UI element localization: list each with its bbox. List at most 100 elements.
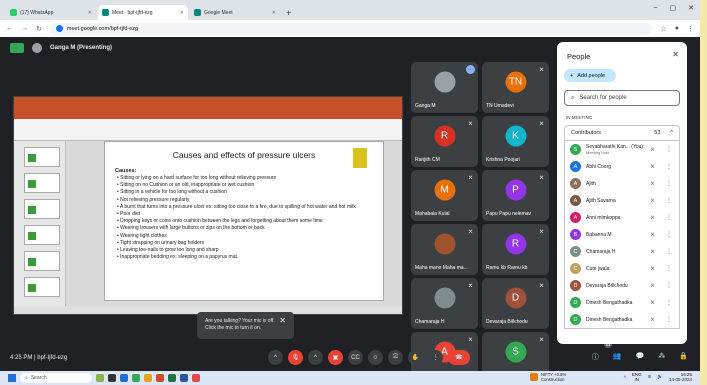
close-tab-icon[interactable]: ✕ xyxy=(272,10,276,16)
chat-icon[interactable]: 💬 xyxy=(636,352,645,362)
list-item[interactable]: A Anni mlmkoppa ⨯ ⋮ xyxy=(565,209,679,226)
tray-chevron-icon[interactable]: ^ xyxy=(624,375,626,380)
list-item[interactable]: D Dinesh Bengathadka ⨯ ⋮ xyxy=(565,311,679,328)
participant-tile[interactable]: P ⨯ Papu Papu nelemav xyxy=(482,170,549,221)
mic-muted-icon[interactable]: ⨯ xyxy=(650,231,655,238)
present-screen-icon[interactable]: ⎚ xyxy=(388,350,403,365)
more-options-icon[interactable]: ⋮ xyxy=(666,248,672,255)
excel-icon[interactable] xyxy=(168,374,176,382)
more-options-icon[interactable]: ⋮ xyxy=(666,299,672,306)
participant-tile[interactable]: D ⨯ Devaraja Billchodu xyxy=(482,278,549,329)
mic-muted-icon[interactable]: ⨯ xyxy=(650,146,655,153)
list-item[interactable]: B Babanna M ⨯ ⋮ xyxy=(565,226,679,243)
mic-muted-icon[interactable]: ⨯ xyxy=(650,180,655,187)
volume-icon[interactable]: 🔊 xyxy=(657,374,663,380)
list-item[interactable]: S Sevabharathi Kan... (You) Meeting host ⨯ ⋮ xyxy=(565,141,679,158)
mic-muted-icon[interactable]: ⨯ xyxy=(650,316,655,323)
app-icon[interactable] xyxy=(192,374,200,382)
list-item[interactable]: C Chamaraja H ⨯ ⋮ xyxy=(565,243,679,260)
close-tab-icon[interactable]: ✕ xyxy=(180,10,184,16)
mic-muted-icon[interactable]: ⨯ xyxy=(650,163,655,170)
people-search-input[interactable]: ⌕ Search for people xyxy=(564,90,680,106)
participant-tile[interactable]: R ⨯ Ranjith CM xyxy=(411,116,478,167)
list-item[interactable]: A Abhi Coorg ⨯ ⋮ xyxy=(565,158,679,175)
close-tab-icon[interactable]: ✕ xyxy=(88,10,92,16)
participant-tile[interactable]: R ⨯ Ramu kb Ramu kb xyxy=(482,224,549,275)
more-options-icon[interactable]: ⋮ xyxy=(666,180,672,187)
mic-off-icon[interactable]: 🎙 xyxy=(288,350,303,365)
back-icon[interactable]: ← xyxy=(6,25,13,32)
chevron-up-icon[interactable]: ^ xyxy=(670,130,673,136)
host-controls-icon[interactable]: 🔒 xyxy=(679,352,688,362)
folder-icon[interactable] xyxy=(144,374,152,382)
address-bar[interactable]: meet.google.com/bpf-tjfd-ezg xyxy=(49,22,653,35)
app-icon[interactable] xyxy=(96,374,104,382)
info-icon[interactable]: ⓘ xyxy=(592,352,599,362)
new-tab-icon[interactable]: + xyxy=(286,5,291,20)
participant-tile[interactable]: K ⨯ Krishna Poojari xyxy=(482,116,549,167)
close-icon[interactable]: ✕ xyxy=(279,317,286,325)
powerpoint-icon[interactable] xyxy=(156,374,164,382)
minimize-icon[interactable]: – xyxy=(654,4,658,12)
wifi-icon[interactable]: ≋ xyxy=(648,374,652,380)
profile-icon[interactable]: ● xyxy=(675,25,679,32)
chrome-icon[interactable] xyxy=(132,374,140,382)
mic-muted-icon[interactable]: ⨯ xyxy=(650,299,655,306)
add-people-button[interactable]: + Add people xyxy=(564,69,616,82)
menu-icon[interactable]: ⋮ xyxy=(687,25,694,33)
avatar: D xyxy=(570,280,581,291)
more-options-icon[interactable]: ⋮ xyxy=(428,350,443,365)
browser-tab[interactable]: (17) WhatsApp ✕ xyxy=(6,5,96,20)
more-options-icon[interactable]: ⋮ xyxy=(666,231,672,238)
browser-tab[interactable]: Google Meet ✕ xyxy=(190,5,280,20)
close-panel-icon[interactable]: ✕ xyxy=(672,50,679,59)
reload-icon[interactable]: ↻ xyxy=(36,25,42,33)
participant-tile[interactable]: M ⨯ Mahabala Kulal xyxy=(411,170,478,221)
browser-tab[interactable]: Meet - bpf-tjfd-ezg ✕ xyxy=(98,5,188,20)
mic-muted-icon[interactable]: ⨯ xyxy=(650,282,655,289)
participant-tile[interactable]: ⨯ Maha mano Maha ma... xyxy=(411,224,478,275)
end-call-button[interactable]: ☎ xyxy=(448,350,470,365)
camera-options-button[interactable]: ^ xyxy=(308,350,323,365)
mic-muted-icon[interactable]: ⨯ xyxy=(650,265,655,272)
more-options-icon[interactable]: ⋮ xyxy=(666,282,672,289)
participant-tile[interactable]: ⨯ Chamaraja H xyxy=(411,278,478,329)
mic-muted-icon[interactable]: ⨯ xyxy=(650,214,655,221)
bookmark-star-icon[interactable]: ☆ xyxy=(660,25,666,33)
more-options-icon[interactable]: ⋮ xyxy=(666,197,672,204)
site-info-icon[interactable] xyxy=(55,25,63,32)
meeting-controls: 4:25 PM | bpf-tjfd-ezg ^ 🎙 ^ ▣ CC ☺ ⎚ ✋ … xyxy=(0,340,700,371)
more-options-icon[interactable]: ⋮ xyxy=(666,214,672,221)
activities-icon[interactable]: ⁂ xyxy=(658,352,665,362)
more-options-icon[interactable]: ⋮ xyxy=(666,316,672,323)
camera-off-icon[interactable]: ▣ xyxy=(328,350,343,365)
mic-muted-icon[interactable]: ⨯ xyxy=(650,248,655,255)
weather-widget[interactable]: NIFTY +0.6% Construction xyxy=(530,372,566,382)
word-icon[interactable] xyxy=(180,374,188,382)
list-item[interactable]: D Dinesh Bengathadka ⨯ ⋮ xyxy=(565,294,679,311)
app-icon[interactable] xyxy=(108,374,116,382)
captions-icon[interactable]: CC xyxy=(348,350,363,365)
close-window-icon[interactable]: ✕ xyxy=(688,4,694,12)
participant-tile[interactable]: TN ⨯ TN Umadevi xyxy=(482,62,549,113)
mic-muted-icon[interactable]: ⨯ xyxy=(650,197,655,204)
list-item[interactable]: A Ajith ⨯ ⋮ xyxy=(565,175,679,192)
windows-start-icon[interactable] xyxy=(8,374,16,382)
maximize-icon[interactable]: ▢ xyxy=(670,4,677,12)
more-options-icon[interactable]: ⋮ xyxy=(666,163,672,170)
list-item[interactable]: D Devaraja Billchodu ⨯ ⋮ xyxy=(565,277,679,294)
app-icon[interactable] xyxy=(120,374,128,382)
more-options-icon[interactable]: ⋯ xyxy=(466,65,475,74)
forward-icon[interactable]: → xyxy=(21,25,28,32)
participant-tile[interactable]: ⋯ Ganga M xyxy=(411,62,478,113)
list-item[interactable]: C Cute jwala ⨯ ⋮ xyxy=(565,260,679,277)
list-item[interactable]: A Ajith Suvarna ⨯ ⋮ xyxy=(565,192,679,209)
taskbar-search[interactable]: ⌕ Search xyxy=(20,373,92,383)
emoji-icon[interactable]: ☺ xyxy=(368,350,383,365)
more-options-icon[interactable]: ⋮ xyxy=(666,146,672,153)
contributors-header[interactable]: Contributors 53 ^ xyxy=(564,125,680,141)
more-options-icon[interactable]: ⋮ xyxy=(666,265,672,272)
mic-options-button[interactable]: ^ xyxy=(268,350,283,365)
raise-hand-icon[interactable]: ✋ xyxy=(408,350,423,365)
people-icon[interactable]: 👥 xyxy=(613,352,622,362)
